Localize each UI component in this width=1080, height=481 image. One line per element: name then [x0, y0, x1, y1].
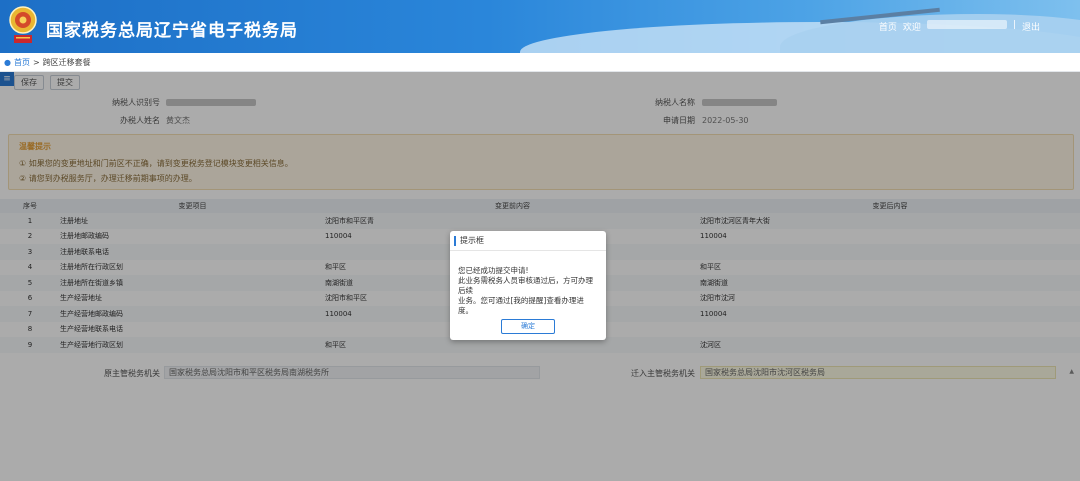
dialog-accent-bar — [454, 235, 456, 246]
confirm-button[interactable]: 确定 — [501, 319, 555, 334]
dialog-message-line: 此业务需税务人员审核通过后，方可办理后续 — [458, 276, 593, 295]
nav-home-link[interactable]: 首页 — [879, 20, 897, 33]
user-name-redacted — [926, 20, 1007, 29]
nav-separator: | — [1012, 20, 1016, 30]
breadcrumb: ● 首页 > 跨区迁移套餐 — [0, 53, 1080, 72]
site-title: 国家税务总局辽宁省电子税务局 — [46, 21, 298, 41]
nav-welcome-text: 欢迎 — [902, 23, 921, 33]
site-header: 国家税务总局辽宁省电子税务局 首页 欢迎 | 退出 — [0, 0, 1080, 53]
location-pin-icon: ● — [4, 57, 11, 67]
nav-logout-link[interactable]: 退出 — [1022, 20, 1040, 33]
tax-emblem-icon — [9, 6, 37, 43]
dialog-body: 您已经成功提交申请! 此业务需税务人员审核通过后，方可办理后续 业务。您可通过[… — [450, 251, 606, 316]
dialog-title: 提示框 — [460, 236, 484, 245]
header-nav: 首页 欢迎 | 退出 — [879, 20, 1040, 33]
breadcrumb-home-link[interactable]: 首页 — [14, 57, 30, 68]
breadcrumb-separator: > — [32, 57, 40, 67]
breadcrumb-current: 跨区迁移套餐 — [42, 57, 91, 67]
dialog-header: 提示框 — [450, 231, 606, 251]
dialog-message-line: 业务。您可通过[我的提醒]查看办理进度。 — [458, 296, 584, 315]
dialog-message-line: 您已经成功提交申请! — [458, 266, 529, 275]
prompt-dialog: 提示框 您已经成功提交申请! 此业务需税务人员审核通过后，方可办理后续 业务。您… — [450, 231, 606, 340]
